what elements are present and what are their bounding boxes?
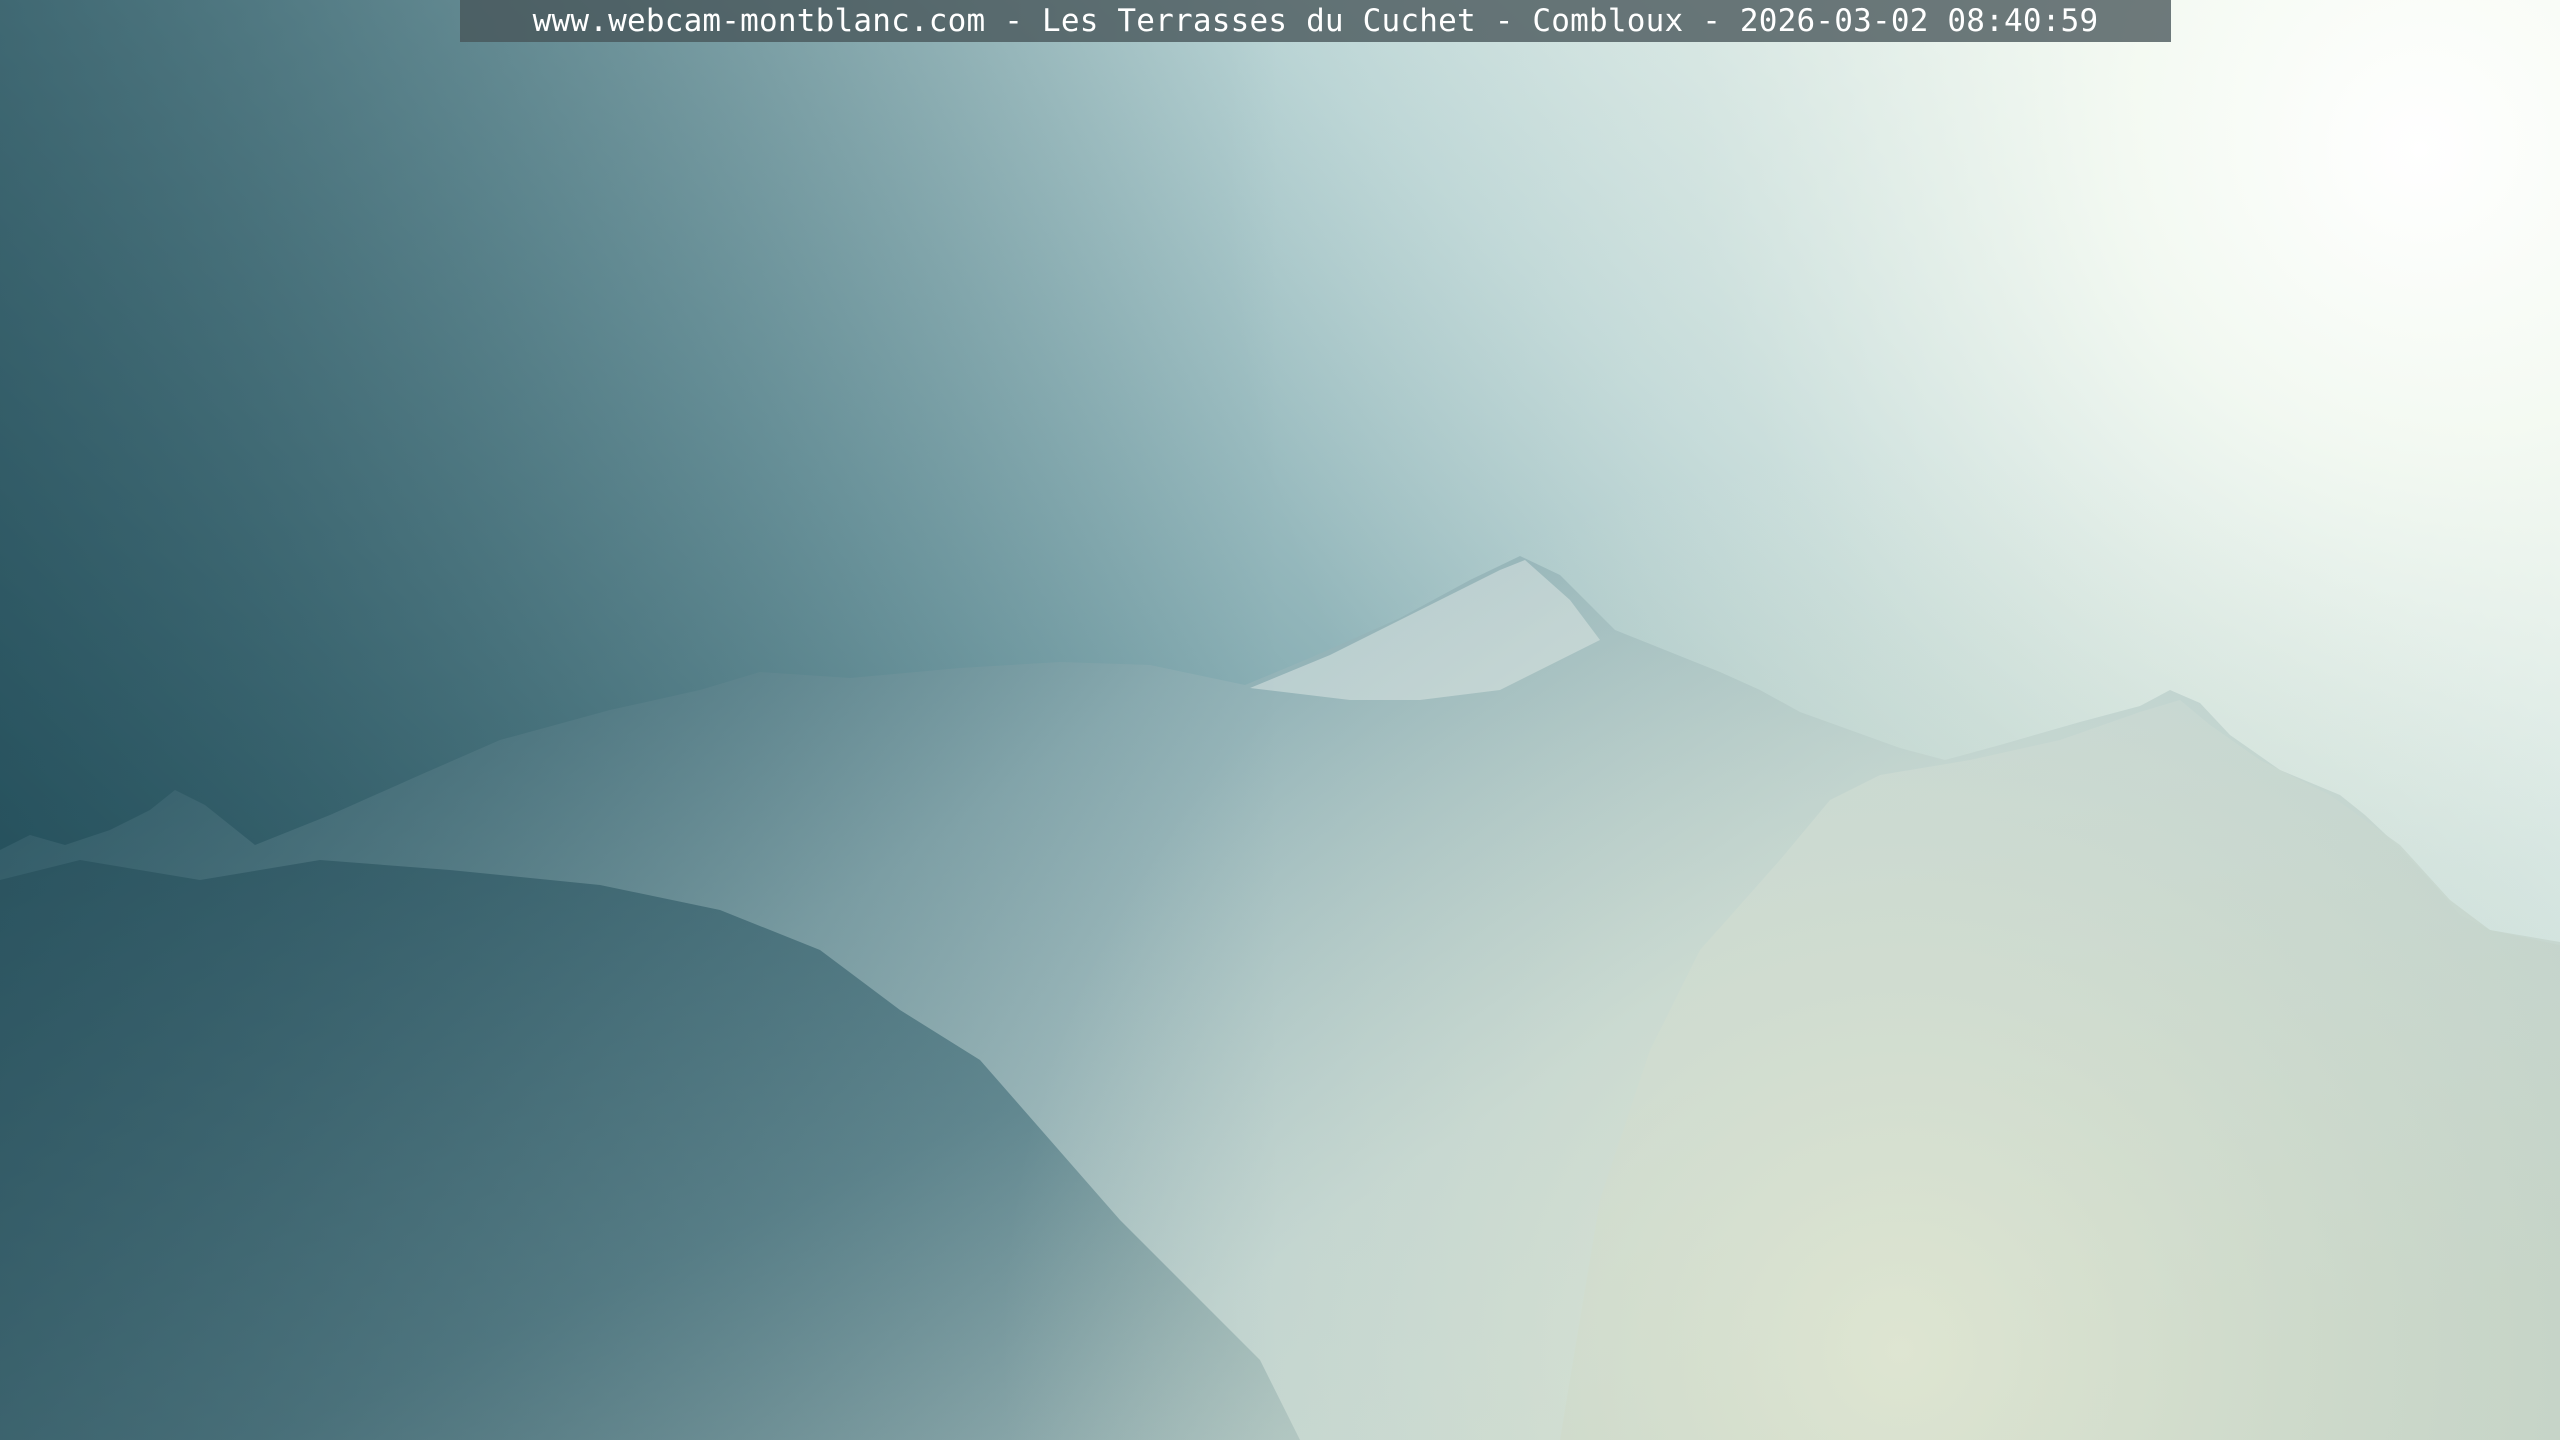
webcam-caption-bar: www.webcam-montblanc.com - Les Terrasses… [460, 0, 2171, 42]
webcam-caption: www.webcam-montblanc.com - Les Terrasses… [532, 3, 2099, 39]
webcam-photo [0, 0, 2560, 1440]
lens-haze [0, 0, 2560, 1440]
